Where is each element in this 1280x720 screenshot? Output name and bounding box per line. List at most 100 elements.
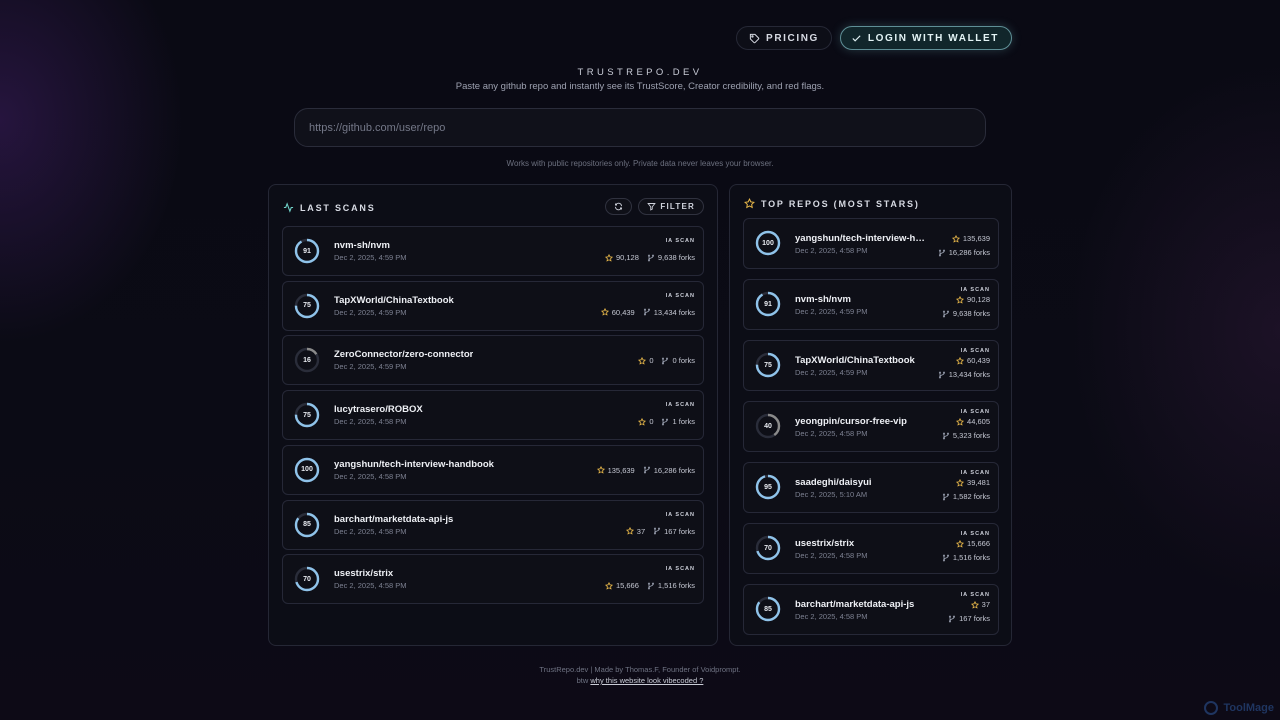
pricing-button[interactable]: PRICING [736, 26, 832, 50]
repo-card[interactable]: 16 ZeroConnector/zero-connector Dec 2, 202… [282, 335, 704, 386]
repo-card[interactable]: 75 TapXWorld/ChinaTextbook Dec 2, 2025, 4:… [282, 280, 704, 331]
repo-name[interactable]: lucytrasero/ROBOX [334, 404, 423, 415]
vibecoded-link[interactable]: why this website look vibecoded ? [590, 676, 703, 685]
repo-name[interactable]: TapXWorld/ChinaTextbook [795, 355, 915, 366]
trust-score: 70 [764, 544, 772, 552]
repo-card[interactable]: 70 usestrix/strix Dec 2, 2025, 4:58 PM IA S… [743, 523, 999, 574]
repo-name[interactable]: yangshun/tech-interview-han... [795, 233, 930, 244]
last-scans-panel: LAST SCANS FILTER 91 nvm-sh/nvm Dec 2, 202… [268, 184, 718, 646]
repo-stats: 60,439 13,434 forks [938, 356, 990, 384]
privacy-note: Works with public repositories only. Pri… [506, 159, 774, 168]
forks-stat: 13,434 forks [643, 308, 695, 317]
repo-name[interactable]: saadeghi/daisyui [795, 477, 872, 488]
login-wallet-button[interactable]: LOGIN WITH WALLET [839, 26, 1012, 50]
trust-score-ring: 70 [294, 566, 320, 592]
forks-count: 13,434 forks [653, 307, 695, 317]
repo-card[interactable]: 75 lucytrasero/ROBOX Dec 2, 2025, 4:58 PM I… [282, 390, 704, 441]
ia-scan-badge: IA SCAN [665, 292, 695, 299]
stars-count: 44,605 [967, 417, 990, 426]
repo-stats: 0 0 forks [638, 356, 695, 365]
top-repos-title: TOP REPOS (MOST STARS) [761, 198, 920, 209]
repo-stats: 0 1 forks [638, 417, 695, 426]
repo-card[interactable]: 75 TapXWorld/ChinaTextbook Dec 2, 2025, 4:… [743, 340, 999, 391]
trust-score: 40 [764, 422, 772, 430]
filter-button[interactable]: FILTER [638, 198, 704, 215]
repo-name[interactable]: barchart/marketdata-api-js [795, 599, 914, 610]
scan-date: Dec 2, 2025, 5:10 AM [795, 490, 868, 499]
stars-count: 60,439 [611, 307, 635, 317]
repo-name[interactable]: yangshun/tech-interview-handbook [334, 459, 494, 470]
trust-score: 100 [762, 239, 774, 247]
trust-score-ring: 100 [755, 230, 781, 256]
fork-icon [662, 357, 669, 365]
repo-card[interactable]: 85 barchart/marketdata-api-js Dec 2, 2025,… [282, 499, 704, 550]
forks-count: 1 forks [672, 417, 695, 427]
scan-date: Dec 2, 2025, 4:59 PM [795, 368, 868, 377]
repo-stats: 60,439 13,434 forks [600, 307, 695, 317]
repo-card[interactable]: 100 yangshun/tech-interview-han... Dec 2, … [743, 218, 999, 269]
repo-card[interactable]: 91 nvm-sh/nvm Dec 2, 2025, 4:59 PM IA SCAN 9… [743, 279, 999, 330]
repo-name[interactable]: TapXWorld/ChinaTextbook [334, 295, 454, 306]
stars-stat: 37 [625, 527, 645, 536]
repo-stats: 37 167 forks [625, 526, 695, 536]
repo-card[interactable]: 95 saadeghi/daisyui Dec 2, 2025, 5:10 AM IA… [743, 462, 999, 513]
forks-count: 5,323 forks [952, 431, 990, 440]
repo-card[interactable]: 100 yangshun/tech-interview-handbook Dec 2… [282, 444, 704, 495]
trust-score: 95 [764, 483, 772, 491]
star-icon [951, 234, 960, 243]
stars-stat: 44,605 [942, 417, 990, 426]
fork-icon [647, 582, 654, 590]
forks-stat: 16,286 forks [643, 466, 695, 475]
forks-count: 167 forks [664, 526, 695, 536]
star-icon [956, 356, 965, 365]
filter-icon [647, 203, 657, 211]
repo-url-input[interactable] [294, 108, 986, 147]
repo-name[interactable]: ZeroConnector/zero-connector [334, 349, 473, 360]
stars-count: 39,481 [967, 478, 990, 487]
trust-score-ring: 100 [294, 457, 320, 483]
refresh-button[interactable] [605, 198, 633, 215]
trust-score-ring: 85 [755, 596, 781, 622]
scan-date: Dec 2, 2025, 4:58 PM [795, 246, 868, 255]
trust-score: 75 [303, 302, 311, 310]
stars-stat: 90,128 [604, 253, 639, 262]
ia-scan-badge: IA SCAN [960, 470, 990, 476]
trust-score-ring: 95 [755, 474, 781, 500]
stars-stat: 0 [638, 417, 653, 426]
scan-date: Dec 2, 2025, 4:58 PM [334, 526, 407, 536]
repo-name[interactable]: usestrix/strix [334, 568, 393, 579]
repo-name[interactable]: barchart/marketdata-api-js [334, 514, 453, 525]
repo-name[interactable]: yeongpin/cursor-free-vip [795, 416, 907, 427]
trust-score-ring: 40 [755, 413, 781, 439]
repo-stats: 15,666 1,516 forks [604, 581, 695, 591]
repo-stats: 15,666 1,516 forks [942, 539, 990, 567]
stars-count: 15,666 [615, 581, 639, 591]
star-icon [604, 581, 613, 590]
ia-scan-badge: IA SCAN [960, 348, 990, 354]
stars-count: 135,639 [607, 465, 635, 475]
footer-credits: TrustRepo.dev | Made by Thomas.F, Founde… [539, 665, 741, 674]
repo-stats: 90,128 9,638 forks [604, 253, 695, 262]
scan-date: Dec 2, 2025, 4:58 PM [795, 551, 868, 560]
trust-score-ring: 16 [294, 347, 320, 373]
refresh-icon [615, 202, 623, 211]
forks-count: 16,286 forks [653, 465, 695, 475]
fork-icon [654, 527, 661, 535]
fork-icon [662, 418, 669, 425]
forks-stat: 1,516 forks [647, 581, 695, 590]
repo-card[interactable]: 85 barchart/marketdata-api-js Dec 2, 2025,… [743, 584, 999, 635]
star-icon [956, 295, 965, 304]
repo-name[interactable]: nvm-sh/nvm [334, 240, 390, 251]
repo-name[interactable]: nvm-sh/nvm [795, 294, 851, 305]
star-icon [625, 527, 634, 535]
repo-card[interactable]: 40 yeongpin/cursor-free-vip Dec 2, 2025, 4… [743, 401, 999, 452]
repo-card[interactable]: 70 usestrix/strix Dec 2, 2025, 4:58 PM IA S… [282, 554, 704, 605]
tagline: Paste any github repo and instantly see … [455, 81, 825, 92]
forks-stat: 16,286 forks [938, 248, 990, 257]
repo-name[interactable]: usestrix/strix [795, 538, 854, 549]
stars-count: 90,128 [967, 295, 990, 304]
trust-score: 16 [303, 356, 311, 364]
repo-card[interactable]: 91 nvm-sh/nvm Dec 2, 2025, 4:59 PM IA SCAN 9… [282, 226, 704, 276]
repo-stats: 90,128 9,638 forks [942, 295, 990, 323]
fork-icon [942, 554, 949, 561]
